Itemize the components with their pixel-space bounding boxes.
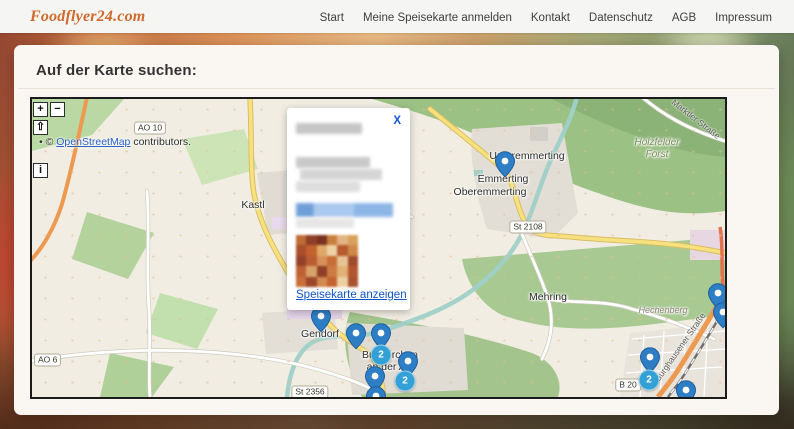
map-pin-marker[interactable] [310,306,332,333]
mosaic-pixel [296,276,307,287]
mosaic-pixel [316,245,327,256]
nav-item: Kontakt [531,8,570,26]
mosaic-pixel [337,266,348,277]
redacted-text-line [296,218,354,228]
openstreetmap-link[interactable]: OpenStreetMap [56,136,130,148]
mosaic-pixel [316,255,327,267]
mosaic-pixel [296,235,307,246]
mosaic-pixel [347,255,358,267]
mosaic-pixel [306,266,317,277]
map-attribution: • © OpenStreetMap contributors. [39,136,191,148]
content-card: Auf der Karte suchen: Kastl Unteremmerti… [14,45,779,415]
mosaic-pixel [326,276,338,287]
nav-item: Start [320,8,344,26]
mosaic-pixel [316,266,327,277]
mosaic-pixel [326,255,338,267]
redacted-address-line [296,157,370,168]
nav-link-impressum[interactable]: Impressum [715,12,772,24]
mosaic-pixel [316,276,327,287]
page-title: Auf der Karte suchen: [36,62,197,79]
nav-link-kontakt[interactable]: Kontakt [531,12,570,24]
map-cluster-marker[interactable]: 2 [638,369,660,391]
nav-link-agb[interactable]: AGB [672,12,696,24]
marker-popup: X Speisekarte anzeigen [287,108,410,310]
mosaic-pixel [337,276,348,287]
nav-link-datenschutz[interactable]: Datenschutz [589,12,653,24]
nav-item: Datenschutz [589,8,653,26]
popup-logo-image [296,235,358,287]
attribution-bullet: • [39,136,43,148]
mosaic-pixel [337,245,348,256]
map-cluster-marker[interactable]: 2 [370,344,392,366]
nav-item: AGB [672,8,696,26]
zoom-out-button[interactable]: − [50,102,65,117]
rotate-reset-button[interactable]: ⇧ [33,120,48,135]
mosaic-pixel [296,255,307,267]
map-pin-marker[interactable] [494,151,516,178]
mosaic-pixel [296,245,307,256]
nav-item: Impressum [715,8,772,26]
mosaic-pixel [306,245,317,256]
redacted-address-line [296,181,360,192]
mosaic-pixel [326,266,338,277]
map-pin-marker[interactable] [712,302,725,329]
zoom-in-button[interactable]: + [33,102,48,117]
nav-link-meine-speisekarte-anmelden[interactable]: Meine Speisekarte anmelden [363,12,512,24]
mosaic-pixel [326,245,338,256]
nav-item: Meine Speisekarte anmelden [363,8,512,26]
site-logo[interactable]: Foodflyer24.com [30,8,145,26]
redacted-link-line [296,203,393,217]
map-pin-marker[interactable] [675,380,697,397]
mosaic-pixel [347,266,358,277]
attribution-info-button[interactable]: i [33,163,48,178]
redacted-title-line [296,123,362,134]
mosaic-pixel [306,255,317,267]
mosaic-pixel [347,276,358,287]
mosaic-pixel [337,235,348,246]
mosaic-pixel [296,266,307,277]
show-menu-link[interactable]: Speisekarte anzeigen [296,289,407,301]
map-canvas[interactable]: Kastl Unteremmerting Emmerting Oberemmertin… [30,97,727,399]
main-nav: Start Meine Speisekarte anmelden Kontakt Da… [320,8,772,26]
mosaic-pixel [316,235,327,246]
divider [18,88,775,89]
mosaic-pixel [347,235,358,246]
map-pin-marker[interactable] [345,323,367,350]
mosaic-pixel [347,245,358,256]
attribution-copyright: © [45,136,57,148]
nav-link-start[interactable]: Start [320,12,344,24]
mosaic-pixel [337,255,348,267]
top-navigation-bar: Foodflyer24.com Start Meine Speisekarte a… [0,0,794,33]
redacted-address-line [300,169,382,180]
mosaic-pixel [306,235,317,246]
attribution-suffix: contributors. [130,136,192,148]
mosaic-pixel [326,235,338,246]
popup-close-icon[interactable]: X [393,115,401,127]
map-pin-marker[interactable] [365,386,387,397]
mosaic-pixel [306,276,317,287]
map-cluster-marker[interactable]: 2 [394,370,416,392]
